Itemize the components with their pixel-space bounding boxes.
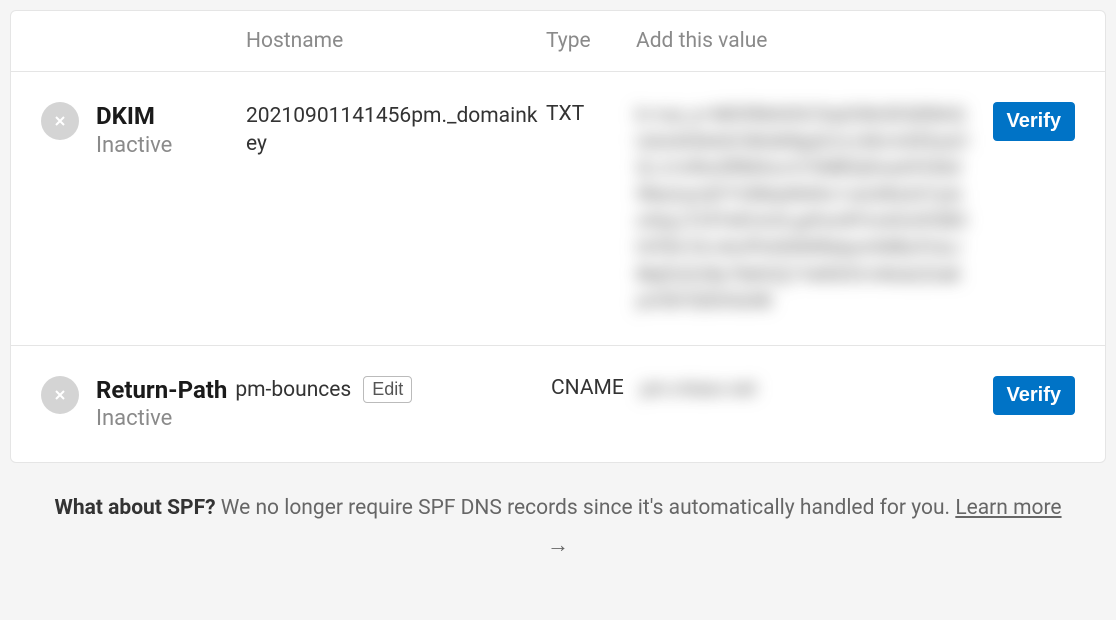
header-type: Type xyxy=(546,29,636,53)
dns-records-table: Hostname Type Add this value DKIM Inacti… xyxy=(10,10,1106,463)
inactive-icon xyxy=(41,102,79,140)
header-value: Add this value xyxy=(636,29,985,53)
header-hostname: Hostname xyxy=(246,29,546,53)
record-status-return-path: Inactive xyxy=(96,406,551,432)
hostname-dkim: 20210901141456pm._domainkey xyxy=(246,102,546,159)
table-header: Hostname Type Add this value xyxy=(11,11,1105,71)
record-row-dkim: DKIM Inactive 20210901141456pm._domainke… xyxy=(11,71,1105,345)
hostname-return-path: pm-bounces xyxy=(235,378,351,402)
verify-button-dkim[interactable]: Verify xyxy=(993,102,1075,141)
record-name-dkim: DKIM xyxy=(96,102,246,131)
learn-more-link[interactable]: Learn more xyxy=(955,496,1061,520)
edit-button-return-path[interactable]: Edit xyxy=(363,376,412,403)
type-dkim: TXT xyxy=(546,102,636,126)
arrow-icon: → xyxy=(50,529,1066,562)
record-row-return-path: Return-Path pm-bounces Edit Inactive CNA… xyxy=(11,345,1105,462)
value-return-path-blurred: pm.mtasv.net xyxy=(641,376,970,403)
type-return-path: CNAME xyxy=(551,376,641,400)
spf-note-bold: What about SPF? xyxy=(54,496,215,520)
verify-button-return-path[interactable]: Verify xyxy=(993,376,1075,415)
inactive-icon xyxy=(41,376,79,414)
spf-note-text: We no longer require SPF DNS records sin… xyxy=(216,496,956,520)
spf-note: What about SPF? We no longer require SPF… xyxy=(10,463,1106,572)
record-status-dkim: Inactive xyxy=(96,133,246,159)
record-name-return-path: Return-Path xyxy=(96,376,227,404)
value-dkim-blurred: k=rsa; p=MIGfMA0GCSqGSIb3DQEBAQUAA4GNADC… xyxy=(636,102,970,315)
